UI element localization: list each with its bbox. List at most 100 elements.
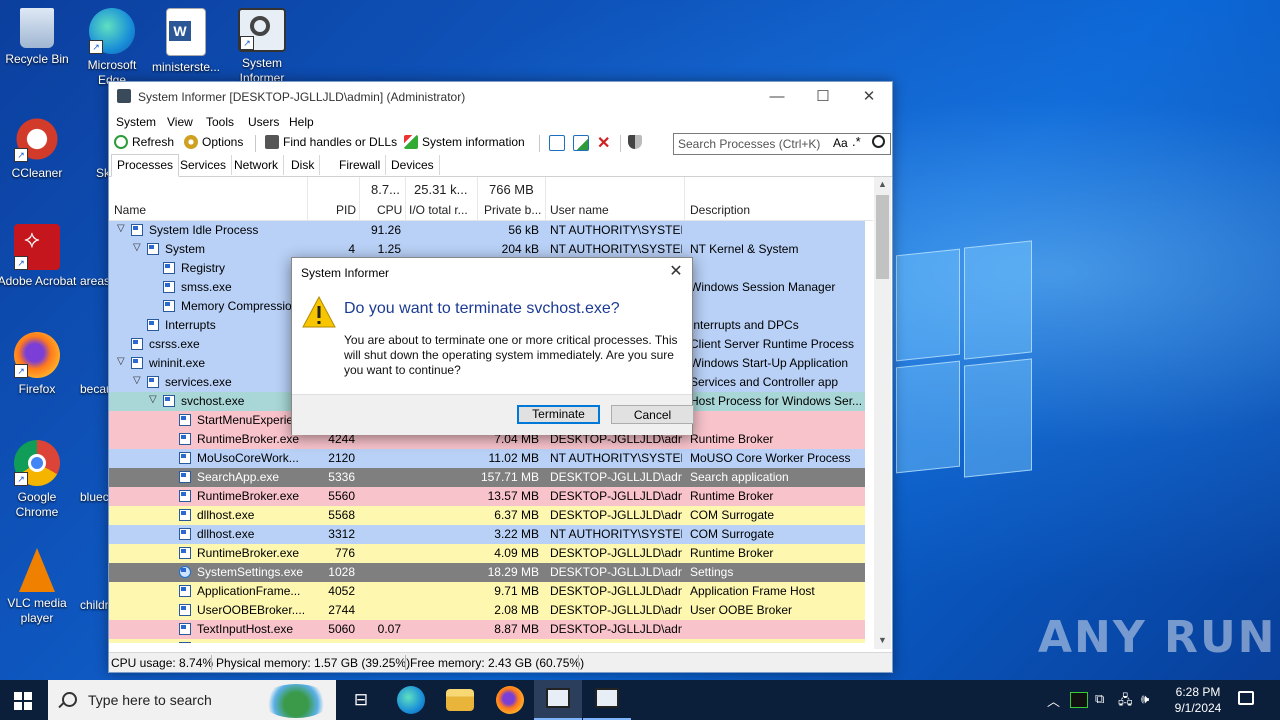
- process-private-bytes: 18.29 MB: [487, 565, 539, 579]
- status-physical-memory: Physical memory: 1.57 GB (39.25%): [216, 656, 411, 670]
- volume-icon[interactable]: 🕪: [1141, 691, 1149, 707]
- system-information-button[interactable]: System information: [404, 135, 525, 149]
- tree-expander[interactable]: ▽: [117, 356, 125, 367]
- desktop-icon-vlc[interactable]: VLC media player: [0, 548, 77, 626]
- partial-label-areas: areas: [80, 274, 111, 288]
- scroll-up-arrow[interactable]: ▲: [874, 179, 891, 189]
- system-information-label: System information: [422, 135, 525, 149]
- col-name[interactable]: Name: [114, 203, 146, 217]
- process-row[interactable]: RuntimeBroker.exe 776 4.09 MB DESKTOP-JGLLJ…: [109, 544, 865, 563]
- process-private-bytes: 6.37 MB: [494, 508, 539, 522]
- cancel-button[interactable]: Cancel: [611, 405, 694, 424]
- chrome-icon: ↗: [14, 440, 60, 486]
- window-icon[interactable]: [549, 135, 569, 151]
- tree-expander[interactable]: ▽: [117, 223, 125, 234]
- options-button[interactable]: Options: [184, 135, 243, 149]
- taskbar-item-system-informer[interactable]: [583, 680, 631, 720]
- menu-view[interactable]: View: [167, 115, 193, 129]
- taskbar-search[interactable]: Type here to search: [48, 680, 336, 720]
- task-view-icon[interactable]: ⊟: [347, 686, 375, 714]
- desktop-icon-firefox[interactable]: ↗ Firefox: [0, 332, 77, 397]
- window-add-icon[interactable]: [573, 135, 593, 151]
- show-hidden-icons-chevron[interactable]: ︿: [1047, 691, 1060, 710]
- tab-network[interactable]: Network: [229, 155, 285, 175]
- menu-tools[interactable]: Tools: [206, 115, 234, 129]
- col-description[interactable]: Description: [690, 203, 750, 217]
- process-row[interactable]: TextInputHost.exe 5060 0.07 8.87 MB DESKTOP-…: [109, 620, 865, 639]
- recycle-bin-icon: [20, 8, 54, 48]
- process-row[interactable]: UserOOBEBroker.... 2744 2.08 MB DESKTOP-JGL…: [109, 601, 865, 620]
- terminate-button[interactable]: Terminate: [517, 405, 600, 424]
- network-activity-icon[interactable]: [1070, 692, 1088, 708]
- col-user[interactable]: User name: [550, 203, 609, 217]
- process-name: RuntimeBroker.exe: [197, 489, 300, 503]
- maximize-button[interactable]: ☐: [800, 82, 846, 112]
- process-row[interactable]: dllhost.exe 3312 3.22 MB NT AUTHORITY\SYSTE…: [109, 525, 865, 544]
- search-input[interactable]: [678, 136, 828, 151]
- meet-now-icon[interactable]: ⧉: [1095, 691, 1104, 707]
- regex-icon[interactable]: .*: [852, 134, 861, 149]
- taskbar: Type here to search ⊟ ︿ ⧉ 🖧 🕪 6:28 PM 9/…: [0, 680, 1280, 720]
- desktop-icon-chrome[interactable]: ↗ Google Chrome: [0, 440, 77, 520]
- menu-system[interactable]: System: [116, 115, 156, 129]
- file-explorer-icon[interactable]: [446, 689, 474, 711]
- menu-users[interactable]: Users: [248, 115, 279, 129]
- taskbar-item-system-informer-active[interactable]: [534, 680, 582, 720]
- tab-firewall[interactable]: Firewall: [334, 155, 387, 175]
- system-informer-taskbar-icon: [546, 688, 570, 708]
- desktop-icon-recycle-bin[interactable]: Recycle Bin: [0, 8, 77, 67]
- desktop-icon-system-informer[interactable]: ↗ System Informer: [222, 8, 302, 86]
- firefox-icon: ↗: [14, 332, 60, 378]
- desktop-icon-acrobat[interactable]: ⟡ ↗ Adobe Acrobat: [0, 224, 77, 289]
- refresh-button[interactable]: Refresh: [114, 135, 174, 149]
- col-io[interactable]: I/O total r...: [409, 203, 475, 217]
- process-row[interactable]: SearchApp.exe 5336 157.71 MB DESKTOP-JGLLJL…: [109, 468, 865, 487]
- edge-taskbar-icon[interactable]: [397, 686, 425, 714]
- dialog-close-button[interactable]: ✕: [665, 261, 687, 283]
- title-bar[interactable]: System Informer [DESKTOP-JGLLJLD\admin] …: [109, 82, 892, 112]
- tab-processes[interactable]: Processes: [111, 154, 180, 177]
- process-row[interactable]: dllhost.exe 5568 6.37 MB DESKTOP-JGLLJLD\ad…: [109, 506, 865, 525]
- start-button[interactable]: [14, 692, 32, 710]
- minimize-button[interactable]: —: [754, 82, 800, 112]
- vertical-scrollbar[interactable]: ▲ ▼: [874, 177, 891, 649]
- scroll-down-arrow[interactable]: ▼: [874, 635, 891, 645]
- process-row[interactable]: ApplicationFrame... 4052 9.71 MB DESKTOP-JG…: [109, 582, 865, 601]
- process-row[interactable]: ▽ System Idle Process 91.26 56 kB NT AUTHORI…: [109, 221, 865, 240]
- process-description: Application Frame Host: [690, 584, 815, 598]
- clock[interactable]: 6:28 PM 9/1/2024: [1163, 684, 1233, 716]
- desktop-icon-edge[interactable]: ↗ Microsoft Edge: [72, 8, 152, 88]
- process-row[interactable]: RuntimeBroker.exe 5560 13.57 MB DESKTOP-JGL…: [109, 487, 865, 506]
- network-icon[interactable]: 🖧: [1118, 691, 1133, 713]
- tree-expander[interactable]: ▽: [133, 242, 141, 253]
- process-description: COM Surrogate: [690, 527, 775, 541]
- process-row[interactable]: SystemSettings.exe 1028 18.29 MB DESKTOP-JG…: [109, 563, 865, 582]
- terminate-x-icon[interactable]: ✕: [597, 133, 610, 153]
- tab-disk[interactable]: Disk: [286, 155, 321, 175]
- close-button[interactable]: ✕: [846, 82, 892, 112]
- col-private[interactable]: Private b...: [484, 203, 546, 217]
- process-description: Runtime Broker: [690, 489, 774, 503]
- tree-expander[interactable]: ▽: [149, 394, 157, 405]
- process-row[interactable]: MoUsoCoreWork... 2120 11.02 MB NT AUTHORITY…: [109, 449, 865, 468]
- desktop-icon-word-doc[interactable]: W ministerste...: [146, 8, 226, 75]
- find-handles-button[interactable]: Find handles or DLLs: [265, 135, 397, 149]
- ccleaner-icon: ↗: [14, 116, 60, 162]
- notifications-icon[interactable]: [1238, 691, 1254, 705]
- search-box[interactable]: Aa .*: [673, 133, 891, 155]
- shield-icon[interactable]: [628, 135, 646, 149]
- match-case-toggle[interactable]: Aa: [833, 136, 848, 150]
- menu-help[interactable]: Help: [289, 115, 314, 129]
- col-cpu[interactable]: CPU: [377, 203, 402, 217]
- desktop-icon-ccleaner[interactable]: ↗ CCleaner: [0, 116, 77, 181]
- scrollbar-thumb[interactable]: [876, 195, 889, 279]
- tab-devices[interactable]: Devices: [386, 155, 440, 175]
- process-row[interactable]: dllhost.exe 4424 5.79 MB DESKTOP-JGLLJLD\ad…: [109, 639, 865, 643]
- col-pid[interactable]: PID: [336, 203, 356, 217]
- toolbar-separator: [620, 135, 621, 152]
- firefox-taskbar-icon[interactable]: [496, 686, 524, 714]
- search-icon[interactable]: [872, 135, 885, 148]
- tab-services[interactable]: Services: [175, 155, 233, 175]
- process-description: Services and Controller app: [690, 375, 839, 389]
- tree-expander[interactable]: ▽: [133, 375, 141, 386]
